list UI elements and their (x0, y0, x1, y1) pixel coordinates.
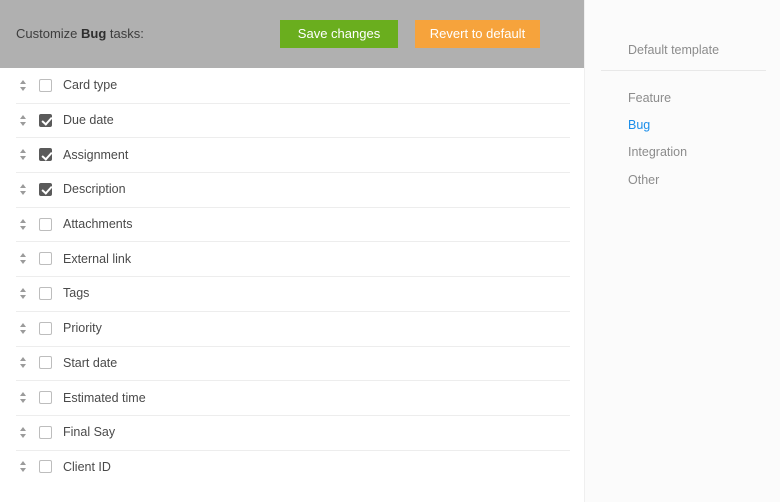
chevron-down-icon (20, 190, 26, 195)
field-checkbox[interactable] (39, 425, 52, 439)
drag-handle-icon[interactable] (16, 251, 30, 267)
sidebar-item-list: Feature Bug Integration Other (585, 84, 780, 194)
chevron-down-icon (20, 156, 26, 161)
drag-handle-icon[interactable] (16, 216, 30, 232)
field-row[interactable]: Priority (0, 310, 584, 346)
sidebar-header: Default template (628, 43, 720, 57)
field-checkbox[interactable] (39, 78, 52, 92)
drag-handle-icon[interactable] (16, 77, 30, 93)
page-title: Customize Bug tasks: (16, 26, 144, 42)
drag-handle-icon[interactable] (16, 424, 30, 440)
page-title-entity: Bug (81, 26, 107, 41)
chevron-up-icon (20, 322, 26, 327)
chevron-up-icon (20, 149, 26, 154)
drag-handle-icon[interactable] (16, 147, 30, 163)
field-row[interactable]: Tags (0, 276, 584, 311)
chevron-down-icon (20, 294, 26, 299)
chevron-up-icon (20, 79, 26, 84)
drag-handle-icon[interactable] (16, 459, 30, 475)
chevron-down-icon (20, 468, 26, 473)
field-label: Due date (63, 113, 114, 128)
chevron-down-icon (20, 260, 26, 265)
chevron-down-icon (20, 86, 26, 91)
field-label: Assignment (63, 147, 129, 162)
chevron-down-icon (20, 329, 26, 334)
sidebar-item-other[interactable]: Other (585, 166, 780, 193)
field-checkbox[interactable] (39, 113, 52, 127)
template-sidebar: Default template Feature Bug Integration Ot… (584, 0, 780, 502)
field-label: Priority (63, 321, 102, 336)
field-checkbox[interactable] (39, 321, 52, 335)
drag-handle-icon[interactable] (16, 390, 30, 406)
field-row[interactable]: Attachments (0, 206, 584, 242)
field-label: Estimated time (63, 390, 146, 405)
field-label: Client ID (63, 459, 111, 474)
field-row[interactable]: Estimated time (0, 380, 584, 415)
chevron-down-icon (20, 433, 26, 438)
toolbar: Customize Bug tasks: Save changes Revert… (0, 0, 584, 68)
field-label: Tags (63, 286, 90, 301)
sidebar-item-integration[interactable]: Integration (585, 139, 780, 166)
drag-handle-icon[interactable] (16, 320, 30, 336)
main-panel: Customize Bug tasks: Save changes Revert… (0, 0, 584, 502)
sidebar-item-bug[interactable]: Bug (585, 111, 780, 138)
drag-handle-icon[interactable] (16, 285, 30, 301)
chevron-down-icon (20, 364, 26, 369)
chevron-up-icon (20, 218, 26, 223)
page-title-prefix: Customize (16, 26, 82, 41)
page-title-suffix: tasks: (106, 26, 144, 41)
chevron-down-icon (20, 121, 26, 126)
chevron-up-icon (20, 461, 26, 466)
field-row[interactable]: Card type (0, 68, 584, 103)
drag-handle-icon[interactable] (16, 181, 30, 197)
chevron-up-icon (20, 287, 26, 292)
field-checkbox[interactable] (39, 252, 52, 266)
field-label: Start date (63, 355, 118, 370)
sidebar-item-feature[interactable]: Feature (585, 84, 780, 111)
field-checkbox[interactable] (39, 460, 52, 474)
field-checkbox[interactable] (39, 391, 52, 405)
chevron-down-icon (20, 399, 26, 404)
field-row[interactable]: Assignment (0, 137, 584, 172)
field-row[interactable]: Client ID (0, 449, 584, 485)
field-label: External link (63, 251, 132, 266)
customize-tasks-page: Customize Bug tasks: Save changes Revert… (0, 0, 780, 502)
field-checkbox[interactable] (39, 217, 52, 231)
revert-to-default-button[interactable]: Revert to default (415, 20, 540, 48)
chevron-up-icon (20, 392, 26, 397)
field-row[interactable]: Description (0, 172, 584, 207)
field-checkbox[interactable] (39, 286, 52, 300)
chevron-down-icon (20, 225, 26, 230)
field-row[interactable]: Start date (0, 345, 584, 381)
sidebar-divider (601, 70, 766, 71)
field-row[interactable]: Final Say (0, 414, 584, 450)
chevron-up-icon (20, 183, 26, 188)
field-list: Card type Due date Assignment Description At… (0, 68, 584, 484)
field-checkbox[interactable] (39, 148, 52, 162)
save-changes-button[interactable]: Save changes (280, 20, 398, 48)
field-checkbox[interactable] (39, 182, 52, 196)
chevron-up-icon (20, 253, 26, 258)
field-row[interactable]: Due date (0, 102, 584, 138)
field-label: Description (63, 182, 126, 197)
drag-handle-icon[interactable] (16, 112, 30, 128)
field-label: Final Say (63, 425, 116, 440)
field-label: Card type (63, 78, 118, 93)
drag-handle-icon[interactable] (16, 355, 30, 371)
chevron-up-icon (20, 357, 26, 362)
chevron-up-icon (20, 426, 26, 431)
chevron-up-icon (20, 114, 26, 119)
field-checkbox[interactable] (39, 356, 52, 370)
field-row[interactable]: External link (0, 241, 584, 276)
field-label: Attachments (63, 217, 133, 232)
